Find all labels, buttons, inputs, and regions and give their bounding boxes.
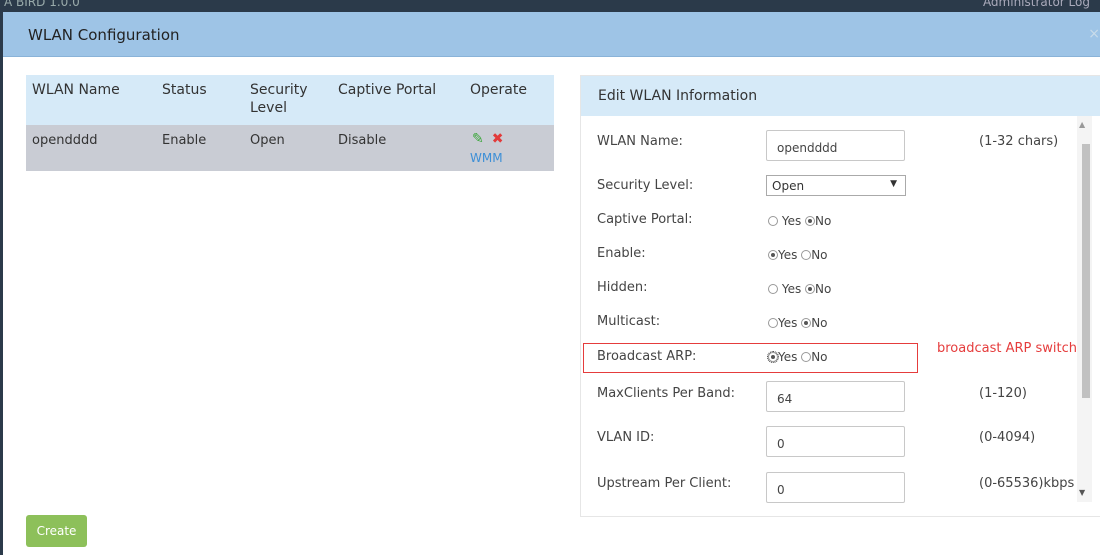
- row-security-level: Open: [250, 133, 285, 148]
- edit-form: WLAN Name: opendddd (1-32 chars) Securit…: [581, 116, 1100, 516]
- radio-yes-label: Yes: [778, 316, 798, 330]
- hidden-label: Hidden:: [597, 280, 648, 295]
- pencil-icon[interactable]: ✎: [472, 131, 484, 147]
- wlan-name-label: WLAN Name:: [597, 134, 683, 149]
- wmm-link[interactable]: WMM: [470, 151, 503, 165]
- table-row[interactable]: opendddd Enable Open Disable ✎ ✖ WMM: [26, 125, 554, 171]
- radio-yes-label: Yes: [781, 214, 802, 228]
- upstream-label: Upstream Per Client:: [597, 476, 732, 491]
- column-captive-portal: Captive Portal: [338, 82, 437, 98]
- wlan-list: WLAN Name Status Security Level Captive …: [26, 75, 554, 171]
- maxclients-input[interactable]: 64: [766, 381, 905, 412]
- radio-yes-label: Yes: [778, 248, 798, 262]
- broadcast-arp-annotation: broadcast ARP switch: [937, 341, 1077, 356]
- radio-no-label: No: [811, 316, 828, 330]
- user-logout-text: Administrator Log: [982, 0, 1090, 9]
- radio-no-label: No: [811, 248, 828, 262]
- hidden-no-radio[interactable]: [805, 284, 816, 294]
- column-wlan-name: WLAN Name: [32, 82, 120, 98]
- radio-no-label: No: [815, 214, 832, 228]
- captive-portal-label: Captive Portal:: [597, 212, 693, 227]
- radio-yes-label: Yes: [781, 282, 802, 296]
- row-wlan-name: opendddd: [32, 133, 98, 148]
- close-icon[interactable]: ×: [1088, 26, 1100, 42]
- enable-radios: Yes No: [768, 248, 828, 262]
- maxclients-label: MaxClients Per Band:: [597, 386, 736, 401]
- upstream-input[interactable]: 0: [766, 472, 905, 503]
- multicast-no-radio[interactable]: [801, 318, 812, 328]
- hidden-radios: Yes No: [768, 282, 831, 296]
- enable-yes-radio[interactable]: [768, 250, 778, 260]
- x-icon[interactable]: ✖: [492, 131, 504, 147]
- background-app-strip: A BIRD 1.0.0 Administrator Log: [0, 0, 1100, 12]
- row-status: Enable: [162, 133, 207, 148]
- security-level-value: Open: [772, 179, 805, 193]
- broadcast-arp-no-radio[interactable]: [801, 352, 812, 362]
- radio-yes-label: Yes: [778, 350, 798, 364]
- enable-no-radio[interactable]: [801, 250, 812, 260]
- scrollbar-thumb[interactable]: [1082, 144, 1090, 398]
- chevron-down-icon: ▼: [890, 179, 897, 189]
- row-captive-portal: Disable: [338, 133, 387, 148]
- column-status: Status: [162, 82, 207, 98]
- security-level-select[interactable]: Open ▼: [766, 175, 906, 196]
- broadcast-arp-label: Broadcast ARP:: [597, 349, 697, 364]
- scroll-down-icon[interactable]: ▼: [1079, 488, 1085, 497]
- background-left-bar: [0, 12, 3, 555]
- create-button[interactable]: Create: [26, 515, 87, 547]
- column-security-level: Security Level: [250, 82, 308, 116]
- edit-panel-header: Edit WLAN Information: [581, 76, 1100, 116]
- vlan-id-input[interactable]: 0: [766, 426, 905, 457]
- modal-title: WLAN Configuration: [28, 26, 180, 44]
- broadcast-arp-radios: Yes No: [767, 350, 828, 364]
- captive-portal-radios: Yes No: [768, 214, 831, 228]
- captive-portal-no-radio[interactable]: [805, 216, 816, 226]
- wlan-name-input[interactable]: opendddd: [766, 130, 905, 161]
- multicast-yes-radio[interactable]: [768, 318, 778, 328]
- vlan-id-label: VLAN ID:: [597, 430, 655, 445]
- vlan-id-hint: (0-4094): [979, 430, 1036, 445]
- security-level-label: Security Level:: [597, 178, 694, 193]
- enable-label: Enable:: [597, 246, 646, 261]
- upstream-hint: (0-65536)kbps: [979, 476, 1075, 491]
- multicast-label: Multicast:: [597, 314, 661, 329]
- app-version-text: A BIRD 1.0.0: [4, 0, 80, 9]
- edit-panel-title: Edit WLAN Information: [598, 88, 758, 104]
- radio-no-label: No: [815, 282, 832, 296]
- radio-no-label: No: [811, 350, 828, 364]
- scroll-up-icon[interactable]: ▲: [1079, 120, 1085, 129]
- wlan-name-hint: (1-32 chars): [979, 134, 1059, 149]
- edit-wlan-panel: Edit WLAN Information WLAN Name: openddd…: [580, 75, 1100, 517]
- multicast-radios: Yes No: [768, 316, 828, 330]
- broadcast-arp-yes-radio[interactable]: [767, 351, 779, 363]
- row-operate-icons: ✎ ✖: [472, 131, 503, 147]
- wlan-list-header: WLAN Name Status Security Level Captive …: [26, 75, 554, 125]
- hidden-yes-radio[interactable]: [768, 284, 778, 294]
- modal-header: WLAN Configuration ×: [3, 12, 1100, 57]
- captive-portal-yes-radio[interactable]: [768, 216, 778, 226]
- maxclients-hint: (1-120): [979, 386, 1027, 401]
- column-operate: Operate: [470, 82, 527, 98]
